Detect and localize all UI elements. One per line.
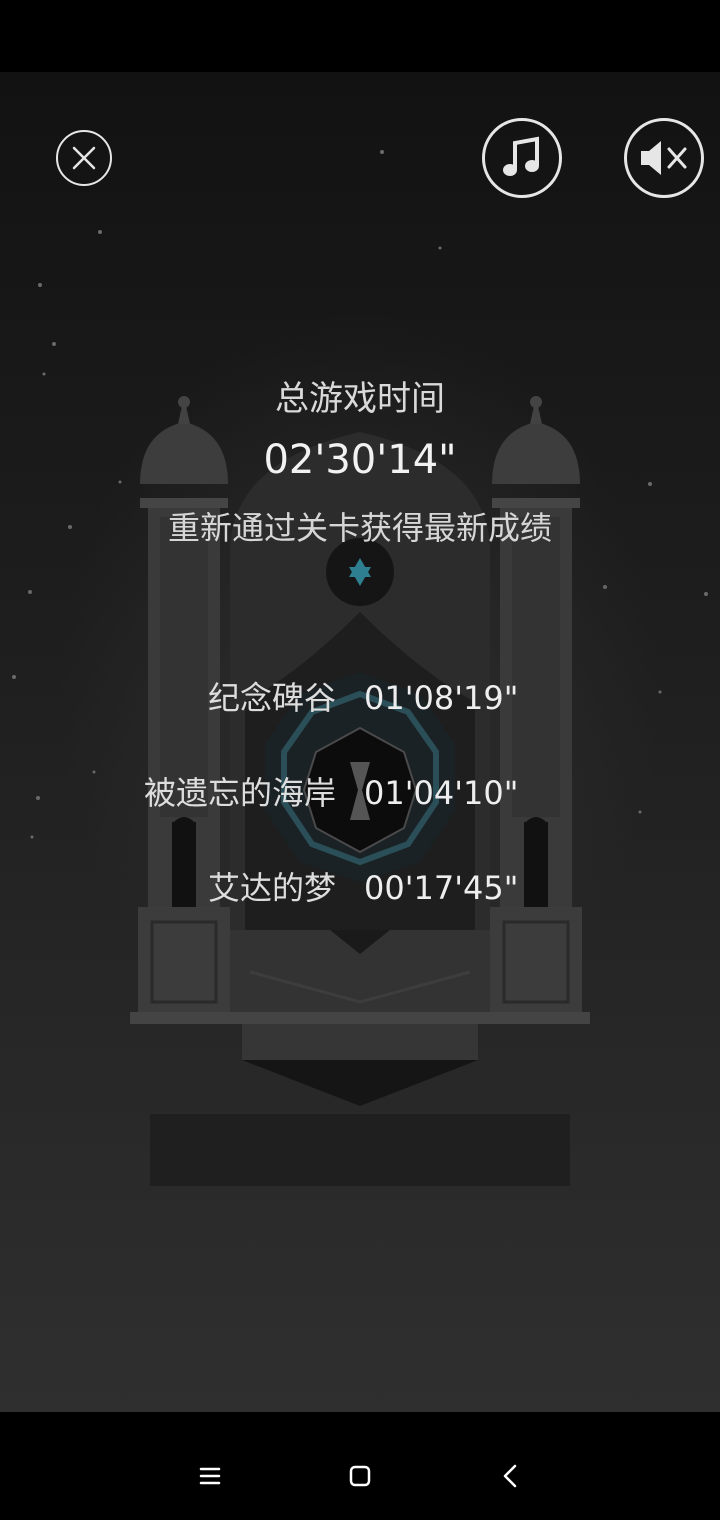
close-button[interactable] bbox=[56, 130, 112, 186]
game-screen: 总游戏时间 02'30'14" 重新通过关卡获得最新成绩 纪念碑谷 01'08'… bbox=[0, 72, 720, 1412]
home-square-icon bbox=[349, 1465, 371, 1487]
level-name: 艾达的梦 bbox=[207, 869, 336, 907]
menu-lines-icon bbox=[199, 1467, 221, 1485]
replay-hint-text: 重新通过关卡获得最新成绩 bbox=[167, 509, 552, 547]
back-chevron-icon bbox=[503, 1464, 517, 1488]
status-bar bbox=[0, 0, 720, 72]
home-button[interactable] bbox=[340, 1456, 380, 1496]
total-playtime-label: 总游戏时间 bbox=[275, 379, 445, 419]
temple-illustration bbox=[12, 150, 708, 1186]
speaker-muted-icon bbox=[641, 141, 687, 175]
recent-apps-button[interactable] bbox=[190, 1456, 230, 1496]
navigation-bar bbox=[0, 1412, 720, 1520]
level-time: 01'08'19" bbox=[364, 679, 519, 717]
back-button[interactable] bbox=[490, 1456, 530, 1496]
music-note-icon bbox=[503, 136, 539, 176]
sound-toggle-button[interactable] bbox=[624, 118, 704, 198]
level-time: 00'17'45" bbox=[364, 869, 519, 907]
temple-base bbox=[130, 907, 590, 1186]
music-button[interactable] bbox=[482, 118, 562, 198]
level-name: 纪念碑谷 bbox=[207, 679, 336, 717]
level-time: 01'04'10" bbox=[364, 774, 519, 812]
total-playtime-value: 02'30'14" bbox=[263, 437, 457, 483]
close-icon bbox=[72, 146, 96, 170]
level-name: 被遗忘的海岸 bbox=[143, 774, 336, 812]
